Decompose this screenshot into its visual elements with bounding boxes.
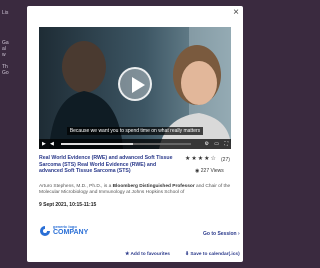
views-label: 227 Views: [200, 168, 224, 174]
close-icon[interactable]: ×: [233, 8, 239, 18]
logo-mark-icon: [40, 226, 50, 236]
calendar-label: Save to calendar(.ics): [190, 252, 240, 257]
sponsor-logo[interactable]: generic logo COMPANY: [39, 223, 89, 243]
chevron-right-icon: ›: [238, 231, 240, 237]
save-to-calendar-button[interactable]: ⬇ Save to calendar(.ics): [185, 252, 240, 257]
description-prefix: Arturo Stephens, M.D., Ph.D., is a: [39, 184, 113, 189]
go-to-session-label: Go to Session: [203, 231, 237, 237]
captions-icon[interactable]: ▭: [214, 141, 219, 147]
go-to-session-link[interactable]: Go to Session ›: [203, 231, 240, 237]
background-text: Lis: [2, 10, 9, 16]
session-title[interactable]: Real World Evidence (RWE) and advanced S…: [39, 155, 179, 175]
video-control-bar: ▶ ◀ ⚙ ▭ ⛶: [39, 139, 231, 149]
add-to-favourites-button[interactable]: ★ Add to favourites: [125, 252, 170, 257]
fullscreen-icon[interactable]: ⛶: [224, 141, 228, 147]
views-count: ◉ 227 Views: [195, 168, 224, 174]
background-text: w: [2, 52, 6, 58]
logo-name: COMPANY: [53, 229, 89, 236]
session-description: Arturo Stephens, M.D., Ph.D., is a Bloom…: [39, 184, 235, 196]
session-date: 9 Sept 2021, 10:15-11:15: [39, 202, 97, 208]
session-modal: × Because we want you to spend time on w…: [27, 6, 243, 262]
rating-count: (27): [221, 157, 230, 163]
settings-icon[interactable]: ⚙: [205, 141, 209, 147]
video-player[interactable]: Because we want you to spend time on wha…: [39, 27, 231, 149]
video-progress-fill: [61, 143, 133, 145]
volume-icon[interactable]: ◀: [50, 141, 54, 147]
play-button[interactable]: [118, 67, 152, 101]
favourites-label: Add to favourites: [130, 252, 170, 257]
play-control-icon[interactable]: ▶: [42, 141, 46, 147]
video-subtitle: Because we want you to spend time on wha…: [39, 119, 231, 137]
description-bold: Bloomberg Distinguished Professor: [112, 184, 195, 189]
subtitle-text: Because we want you to spend time on wha…: [66, 127, 204, 135]
background-text: Go: [2, 70, 9, 76]
rating-stars[interactable]: ★★★★☆: [185, 156, 217, 163]
video-progress-bar[interactable]: [61, 143, 191, 145]
